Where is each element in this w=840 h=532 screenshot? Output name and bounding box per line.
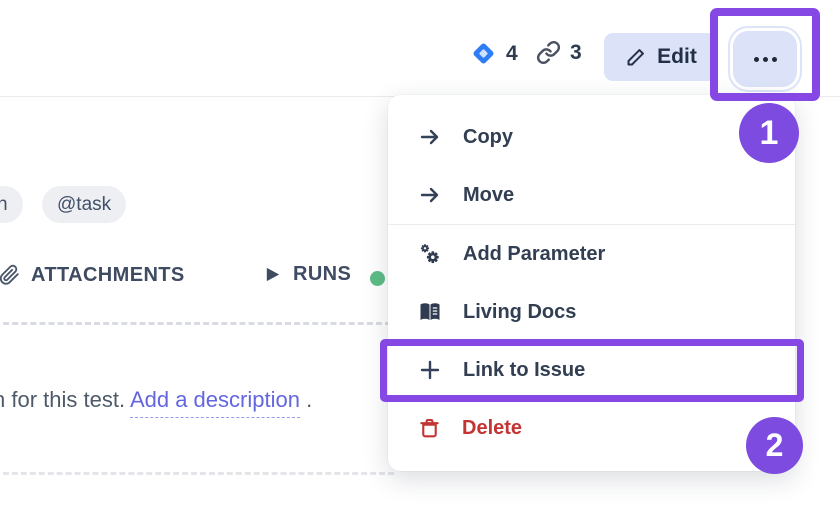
more-actions-button[interactable]	[733, 31, 797, 87]
menu-item-label: Link to Issue	[463, 359, 585, 382]
step-number: 1	[760, 114, 779, 153]
menu-item-label: Add Parameter	[463, 243, 605, 266]
menu-item-label: Move	[463, 184, 514, 207]
ellipsis-icon	[754, 57, 777, 62]
menu-item-delete[interactable]: Delete	[388, 399, 795, 457]
menu-item-label: Living Docs	[463, 301, 576, 324]
annotation-step-badge-1: 1	[739, 103, 799, 163]
menu-item-label: Delete	[462, 417, 522, 440]
attachments-section-header[interactable]: ATTACHMENTS	[0, 263, 185, 287]
tag-label: @task	[57, 194, 111, 216]
tag-label: n	[0, 194, 8, 216]
tag-chip-task[interactable]: @task	[42, 186, 126, 223]
runs-status-dot	[370, 271, 385, 286]
description-prefix: n for this test.	[0, 387, 130, 412]
runs-label: RUNS	[293, 263, 351, 286]
jira-icon	[470, 40, 497, 67]
top-bar: 4 3 Edit	[0, 0, 840, 97]
book-open-icon	[418, 300, 442, 324]
menu-item-living-docs[interactable]: Living Docs	[388, 283, 795, 341]
attachments-label: ATTACHMENTS	[31, 264, 185, 287]
paperclip-icon	[0, 263, 20, 287]
chain-link-icon	[536, 40, 561, 65]
tag-chip-truncated[interactable]: n	[0, 186, 23, 223]
add-description-link[interactable]: Add a description	[130, 387, 300, 418]
edit-button[interactable]: Edit	[604, 33, 718, 81]
description-suffix: .	[300, 387, 312, 412]
gears-icon	[418, 242, 442, 266]
more-actions-dropdown-menu: Copy Move	[388, 95, 795, 471]
step-number: 2	[766, 427, 784, 464]
dashed-divider-top	[0, 322, 391, 325]
arrow-right-icon	[418, 125, 442, 149]
test-detail-screen: 4 3 Edit n @task ATT	[0, 0, 840, 532]
jira-count-value: 4	[506, 42, 518, 66]
trash-icon	[418, 417, 441, 440]
arrow-right-icon	[418, 183, 442, 207]
link-count-value: 3	[570, 41, 582, 65]
menu-item-copy[interactable]: Copy	[388, 108, 795, 166]
plus-icon	[418, 358, 442, 382]
edit-button-label: Edit	[657, 45, 697, 69]
jira-issues-count[interactable]: 4	[470, 40, 518, 67]
menu-item-add-parameter[interactable]: Add Parameter	[388, 225, 795, 283]
dashed-divider-bottom	[0, 472, 394, 475]
annotation-step-badge-2: 2	[746, 417, 803, 474]
play-icon	[263, 264, 282, 285]
runs-section-header[interactable]: RUNS	[263, 263, 351, 286]
pencil-icon	[625, 47, 646, 68]
menu-item-move[interactable]: Move	[388, 166, 795, 224]
linked-items-count[interactable]: 3	[536, 40, 582, 65]
menu-item-link-to-issue[interactable]: Link to Issue	[388, 341, 795, 399]
menu-item-label: Copy	[463, 126, 513, 149]
description-text: n for this test. Add a description .	[0, 387, 312, 413]
